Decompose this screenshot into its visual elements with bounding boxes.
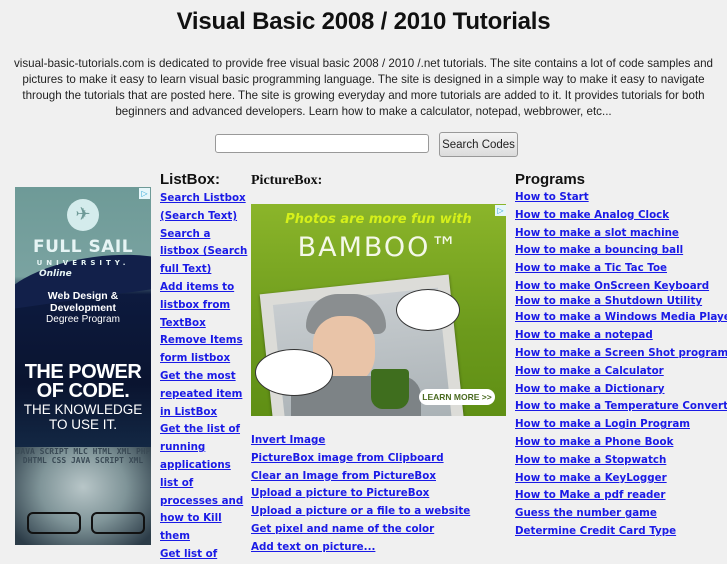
ad-sub-line1: THE KNOWLEDGE — [23, 402, 143, 417]
ad-program-line1: Web Design & — [47, 290, 119, 302]
program-link[interactable]: How to make Analog Clock — [515, 208, 727, 226]
listbox-link[interactable]: Get the most repeated item in ListBox — [160, 368, 252, 421]
airplane-icon: ✈ — [67, 199, 99, 231]
search-codes-button[interactable]: Search Codes — [439, 132, 518, 157]
ad-brand: FULL SAIL — [32, 237, 134, 257]
intro-paragraph: visual-basic-tutorials.com is dedicated … — [13, 57, 713, 118]
program-link[interactable]: How to make a Phone Book — [515, 435, 727, 453]
picturebox-link[interactable]: Clear an Image from PictureBox — [251, 469, 511, 487]
ad-program-title: Web Design & Development — [15, 290, 151, 314]
speech-cloud-icon — [255, 349, 333, 396]
program-link[interactable]: How to make a Stopwatch — [515, 453, 727, 471]
adchoices-icon[interactable]: ▷ — [495, 205, 506, 216]
program-link[interactable]: How to make a Calculator — [515, 364, 727, 382]
ad-program-line3: Degree Program — [46, 314, 120, 325]
program-link[interactable]: How to make a Windows Media Player — [515, 310, 727, 328]
ad-university: UNIVERSITY. — [36, 259, 130, 267]
search-input[interactable] — [215, 134, 429, 153]
picturebox-heading: PictureBox: — [251, 173, 323, 188]
listbox-link[interactable]: Search Listbox (Search Text) — [160, 190, 252, 226]
ad-photo-mug — [371, 369, 409, 409]
program-link[interactable]: How to make a KeyLogger — [515, 471, 727, 489]
program-link[interactable]: How to make a bouncing ball — [515, 243, 727, 261]
programs-heading: Programs — [515, 171, 586, 188]
listbox-links: Search Listbox (Search Text) Search a li… — [160, 190, 252, 564]
program-link[interactable]: How to make a Temperature Converter — [515, 399, 727, 417]
ad-program-line2: Development — [50, 302, 116, 314]
program-link[interactable]: How to make OnScreen Keyboard — [515, 279, 727, 295]
programs-links: How to Start How to make Analog Clock Ho… — [515, 190, 727, 542]
ad-brand-bamboo: BAMBOO™ — [297, 232, 460, 263]
page-title: Visual Basic 2008 / 2010 Tutorials — [176, 8, 551, 35]
picturebox-link[interactable]: Add text on picture... — [251, 540, 511, 558]
program-link[interactable]: How to make a Dictionary — [515, 382, 727, 400]
picturebox-links: Invert Image PictureBox image from Clipb… — [251, 433, 511, 558]
adchoices-icon[interactable]: ▷ — [139, 188, 150, 199]
listbox-heading: ListBox: — [160, 171, 220, 188]
program-link[interactable]: How to make a Tic Tac Toe — [515, 261, 727, 279]
ad-glasses-image — [25, 512, 145, 534]
ad-sub-line2: TO USE IT. — [48, 417, 117, 432]
program-link[interactable]: How to make a Login Program — [515, 417, 727, 435]
listbox-link[interactable]: Get the list of running applications — [160, 421, 252, 474]
picturebox-link[interactable]: Upload a picture to PictureBox — [251, 486, 511, 504]
ad-headline: THE POWER OF CODE. — [15, 362, 151, 402]
speech-cloud-icon — [396, 289, 460, 331]
program-link[interactable]: Determine Credit Card Type — [515, 524, 727, 542]
listbox-link[interactable]: Search a listbox (Search full Text) — [160, 226, 252, 279]
program-link[interactable]: How to make a Shutdown Utility — [515, 294, 727, 310]
program-link[interactable]: How to Start — [515, 190, 727, 208]
ad-tagline: Photos are more fun with — [285, 212, 472, 227]
listbox-link[interactable]: Get list of — [160, 546, 252, 564]
picturebox-link[interactable]: Get pixel and name of the color — [251, 522, 511, 540]
full-sail-ad-banner[interactable]: ✈ FULL SAIL UNIVERSITY. Online Web Desig… — [15, 187, 151, 545]
program-link[interactable]: How to make a Screen Shot program — [515, 346, 727, 364]
ad-headline-line2: OF CODE. — [36, 380, 130, 402]
ad-subheadline: THE KNOWLEDGE TO USE IT. — [15, 402, 151, 432]
program-link[interactable]: Guess the number game — [515, 506, 727, 524]
program-link[interactable]: How to make a slot machine — [515, 226, 727, 244]
picturebox-link[interactable]: PictureBox image from Clipboard — [251, 451, 511, 469]
ad-online: Online — [39, 269, 72, 279]
listbox-link[interactable]: Remove Items form listbox — [160, 332, 252, 368]
listbox-link[interactable]: list of processes and how to Kill them — [160, 475, 252, 546]
picturebox-link[interactable]: Upload a picture or a file to a website — [251, 504, 511, 522]
bamboo-ad-banner[interactable]: Photos are more fun with BAMBOO™ LEARN M… — [251, 204, 506, 416]
listbox-link[interactable]: Add items to listbox from TextBox — [160, 279, 252, 332]
picturebox-link[interactable]: Invert Image — [251, 433, 511, 451]
program-link[interactable]: How to Make a pdf reader — [515, 488, 727, 506]
learn-more-button[interactable]: LEARN MORE >> — [419, 389, 495, 405]
program-link[interactable]: How to make a notepad — [515, 328, 727, 346]
